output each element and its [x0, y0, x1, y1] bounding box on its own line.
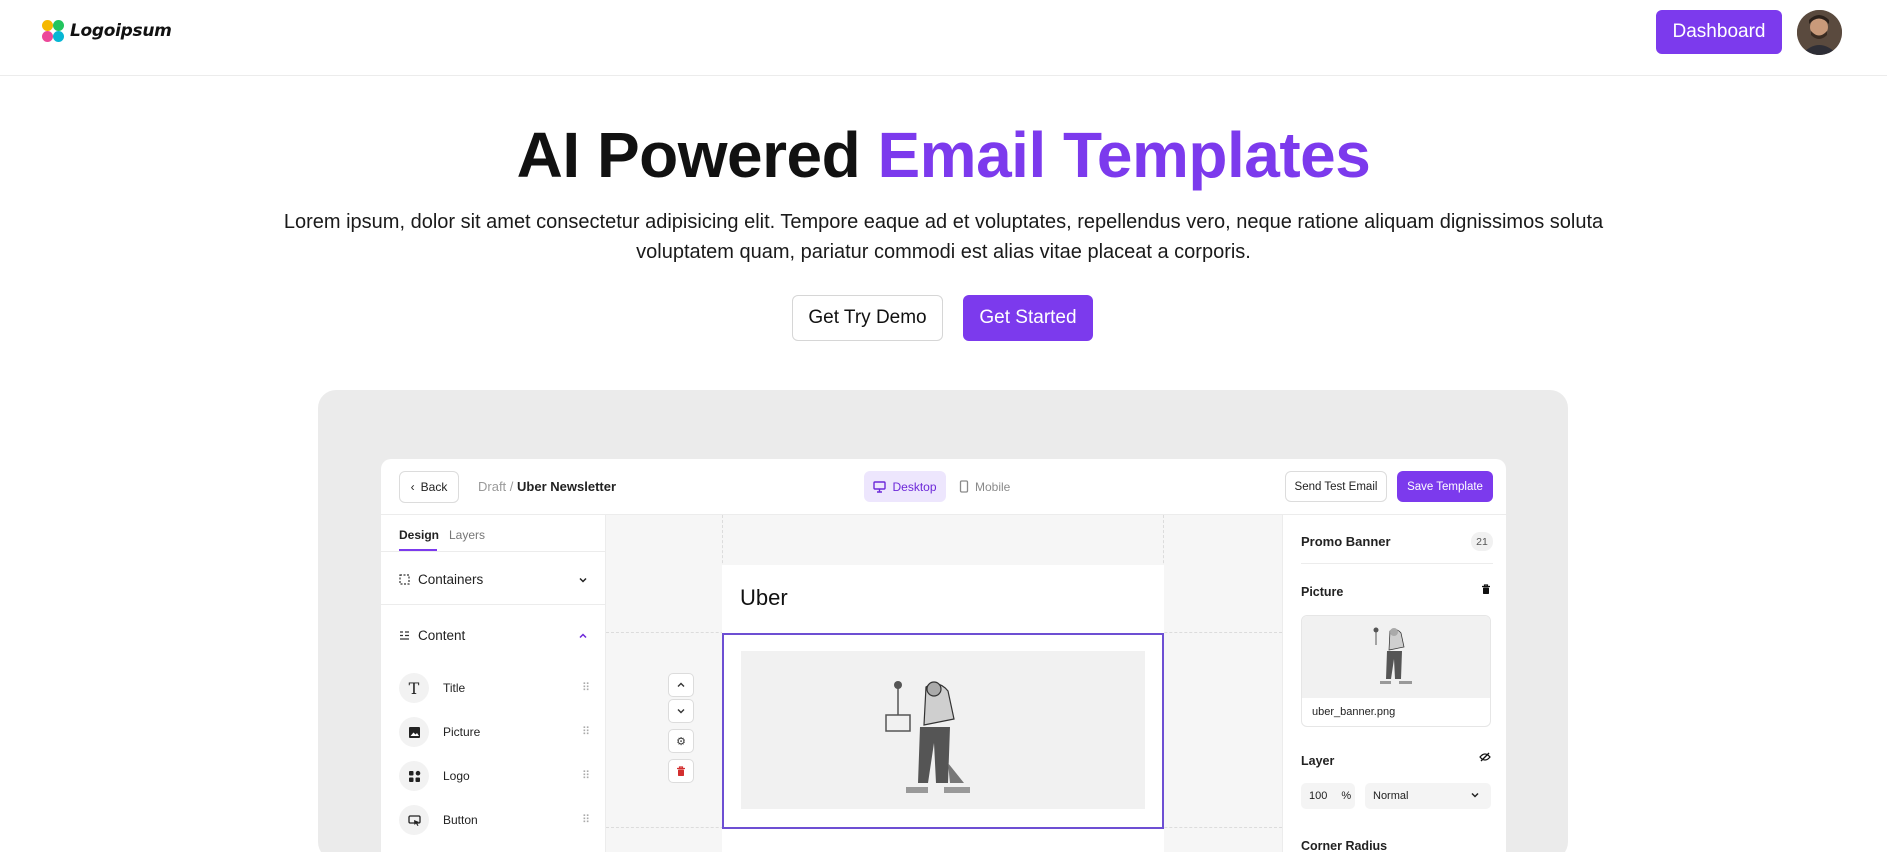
hero-title-main: AI Powered [516, 119, 861, 191]
avatar[interactable] [1797, 10, 1842, 55]
drag-handle-icon[interactable]: ⠿ [582, 725, 590, 738]
email-canvas: Uber ⚙ [606, 515, 1282, 852]
content-section-header[interactable]: Content [399, 628, 589, 643]
containers-section-header[interactable]: Containers [399, 572, 589, 587]
banner-image[interactable] [741, 651, 1145, 809]
picture-thumbnail [1302, 616, 1490, 698]
chevron-down-icon [1471, 792, 1479, 798]
logo[interactable]: Logoipsum [42, 20, 172, 42]
send-test-email-button[interactable]: Send Test Email [1285, 471, 1387, 502]
tab-divider [381, 551, 606, 552]
opacity-unit: % [1341, 790, 1352, 802]
top-navbar: Logoipsum Dashboard [0, 0, 1887, 76]
content-item-logo[interactable]: Logo ⠿ [399, 761, 590, 791]
content-item-label: Button [443, 813, 478, 827]
try-demo-button[interactable]: Get Try Demo [792, 295, 943, 341]
active-tab-indicator [399, 549, 437, 551]
content-item-label: Title [443, 681, 466, 695]
logo-mark-icon [42, 20, 64, 42]
chevron-up-icon [579, 633, 587, 639]
selected-banner-block[interactable] [722, 633, 1164, 829]
monitor-icon [873, 480, 887, 493]
properties-panel: Promo Banner 21 Picture uber_banner.png … [1282, 515, 1506, 852]
back-button[interactable]: ‹ Back [399, 471, 459, 503]
eye-off-icon[interactable] [1479, 752, 1491, 765]
save-template-button[interactable]: Save Template [1397, 471, 1493, 502]
picture-preview[interactable]: uber_banner.png [1301, 615, 1491, 727]
blend-mode-value: Normal [1373, 790, 1409, 802]
layer-section-label: Layer [1301, 754, 1335, 768]
dashboard-button[interactable]: Dashboard [1656, 10, 1782, 54]
trash-icon[interactable] [1481, 584, 1491, 598]
hero-subtitle: Lorem ipsum, dolor sit amet consectetur … [283, 211, 1604, 263]
tab-layers[interactable]: Layers [449, 528, 485, 542]
blend-mode-select[interactable]: Normal [1365, 783, 1491, 809]
content-item-label: Picture [443, 725, 481, 739]
hero-title-accent: Email Templates [877, 119, 1371, 191]
picture-file-name: uber_banner.png [1312, 706, 1396, 718]
editor-preview: ‹ Back Draft / Uber Newsletter Desktop M… [381, 459, 1506, 852]
tab-design[interactable]: Design [399, 528, 439, 542]
left-panel: Design Layers Containers Content T Title… [381, 515, 606, 852]
block-toolbar: ⚙ [668, 673, 694, 785]
breadcrumb: Draft / Uber Newsletter [478, 479, 616, 494]
button-cursor-icon [399, 805, 429, 835]
mobile-label: Mobile [975, 479, 1011, 494]
delete-block-button[interactable] [668, 759, 694, 783]
picture-section-label: Picture [1301, 585, 1344, 599]
drag-handle-icon[interactable]: ⠿ [582, 813, 590, 826]
email-title[interactable]: Uber [740, 585, 788, 611]
chevron-left-icon: ‹ [410, 480, 415, 494]
content-item-title[interactable]: T Title ⠿ [399, 673, 590, 703]
block-name: Promo Banner [1301, 534, 1391, 549]
content-item-button[interactable]: Button ⠿ [399, 805, 590, 835]
move-down-button[interactable] [668, 699, 694, 723]
chevron-down-icon [677, 709, 685, 714]
opacity-value: 100 [1309, 790, 1328, 802]
content-item-label: Logo [443, 769, 470, 783]
block-count-badge: 21 [1471, 532, 1493, 551]
picture-icon [399, 717, 429, 747]
desktop-label: Desktop [892, 479, 937, 494]
section-divider [381, 604, 606, 605]
content-list-icon [400, 631, 409, 640]
desktop-toggle[interactable]: Desktop [864, 471, 946, 502]
container-icon [399, 574, 410, 585]
corner-radius-label: Corner Radius [1301, 839, 1388, 852]
breadcrumb-name: Uber Newsletter [517, 479, 617, 494]
chevron-down-icon [579, 577, 587, 583]
drag-handle-icon[interactable]: ⠿ [582, 769, 590, 782]
drag-handle-icon[interactable]: ⠿ [582, 681, 590, 694]
back-label: Back [420, 480, 448, 494]
title-icon: T [399, 673, 429, 703]
content-item-picture[interactable]: Picture ⠿ [399, 717, 590, 747]
phone-icon [959, 480, 969, 493]
content-label: Content [418, 628, 466, 643]
editor-toolbar: ‹ Back Draft / Uber Newsletter Desktop M… [381, 459, 1506, 515]
mobile-toggle[interactable]: Mobile [959, 471, 1023, 502]
logo-grid-icon [399, 761, 429, 791]
get-started-button[interactable]: Get Started [963, 295, 1093, 341]
block-settings-button[interactable]: ⚙ [668, 729, 694, 753]
move-up-button[interactable] [668, 673, 694, 697]
chevron-up-icon [677, 682, 685, 687]
containers-label: Containers [418, 572, 484, 587]
trash-icon [677, 765, 685, 776]
hero-title: AI Powered Email Templates [0, 118, 1887, 192]
email-document: Uber [722, 565, 1164, 852]
logo-text: Logoipsum [70, 21, 172, 41]
opacity-input[interactable]: 100 % [1301, 783, 1355, 809]
gear-icon: ⚙ [676, 735, 686, 748]
breadcrumb-draft: Draft / [478, 479, 514, 494]
panel-divider [1301, 563, 1493, 564]
